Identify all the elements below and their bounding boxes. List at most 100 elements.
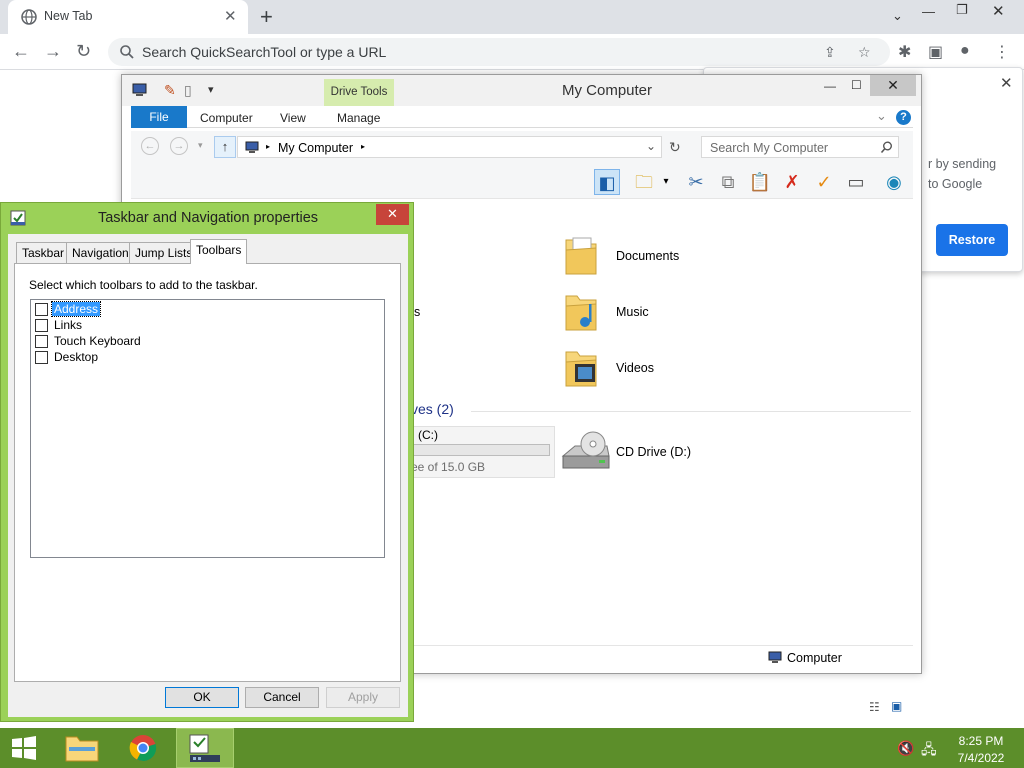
large-icons-view-icon[interactable]: ▣ — [891, 699, 902, 713]
search-box[interactable]: Search My Computer — [701, 136, 899, 158]
tab-manage[interactable]: Manage — [337, 111, 380, 125]
share-icon[interactable]: ⇪ — [824, 44, 836, 61]
new-tab-button[interactable]: + — [260, 4, 273, 30]
folder-label: Videos — [616, 361, 654, 375]
address-row: ← → ▾ ↑ ▸ My Computer ▸ ⌄ ↻ Search My Co… — [131, 131, 913, 165]
paste-icon[interactable]: 📋 — [747, 169, 773, 195]
toolbars-panel: Select which toolbars to add to the task… — [14, 263, 401, 682]
forward-icon[interactable]: → — [44, 41, 62, 62]
group-divider — [471, 411, 911, 412]
explorer-maximize-icon[interactable]: ☐ — [851, 78, 862, 92]
help-icon[interactable]: ? — [896, 110, 911, 125]
file-explorer-icon — [65, 736, 99, 762]
rename-icon[interactable]: ▭ — [843, 169, 869, 195]
documents-folder-icon — [565, 237, 597, 275]
check-icon[interactable]: ✓ — [811, 169, 837, 195]
toolbar-checkbox[interactable] — [35, 351, 48, 364]
apply-button[interactable]: Apply — [326, 687, 400, 708]
explorer-titlebar: ✎ ▯ ▾ Drive Tools My Computer — ☐ ✕ — [122, 75, 921, 106]
tab-taskbar[interactable]: Taskbar — [16, 242, 71, 263]
toolbar-checkbox[interactable] — [35, 335, 48, 348]
folder-label: Documents — [616, 249, 680, 263]
restore-button[interactable]: Restore — [936, 224, 1008, 256]
up-icon[interactable]: ↑ — [214, 136, 236, 158]
windows-start-icon[interactable] — [11, 736, 37, 760]
clock-date[interactable]: 7/4/2022 — [948, 751, 1014, 765]
taskbar-properties-dialog: Taskbar and Navigation properties ✕ Task… — [0, 202, 414, 722]
explorer-close-icon[interactable]: ✕ — [870, 75, 916, 96]
folder-options-icon[interactable]: 🗀 — [631, 169, 657, 195]
toolbar-checkbox[interactable] — [35, 303, 48, 316]
breadcrumb-arrow-icon[interactable]: ▸ — [266, 142, 270, 151]
cancel-button[interactable]: Cancel — [245, 687, 319, 708]
toolbar-label: Links — [54, 318, 83, 332]
close-window-icon[interactable]: ✕ — [992, 2, 1005, 20]
back-icon[interactable]: ← — [141, 137, 159, 155]
toolbar-label: Touch Keyboard — [54, 334, 141, 348]
delete-icon[interactable]: ✗ — [779, 169, 805, 195]
breadcrumb-arrow-icon[interactable]: ▸ — [361, 142, 365, 151]
toolbar-label: Desktop — [54, 350, 99, 364]
tab-view[interactable]: View — [280, 111, 306, 125]
omnibox[interactable]: Search QuickSearchTool or type a URL ⇪ ☆ — [108, 38, 890, 66]
details-view-icon[interactable]: ☷ — [869, 700, 880, 714]
ok-button[interactable]: OK — [165, 687, 239, 708]
browser-tabstrip: New Tab ✕ + ⌄ — ❐ ✕ — [0, 0, 1024, 34]
refresh-icon[interactable]: ↻ — [669, 139, 681, 156]
side-panel-icon[interactable]: ▣ — [928, 42, 943, 62]
volume-muted-icon[interactable]: 🔇 — [897, 740, 914, 757]
copy-icon[interactable]: ⧉ — [715, 169, 741, 195]
extensions-icon[interactable]: ✱ — [898, 42, 911, 62]
ribbon-expand-icon[interactable]: ⌄ — [876, 108, 887, 124]
drive-c-label: (C:) — [418, 428, 438, 442]
taskbar-properties-taskbar-button[interactable] — [176, 728, 234, 768]
network-icon[interactable]: 🖧 — [921, 739, 937, 763]
videos-folder-icon — [565, 351, 597, 387]
toolbars-list[interactable]: Address Links Touch Keyboard Desktop — [30, 299, 385, 558]
tab-search-icon[interactable]: ⌄ — [892, 8, 903, 24]
search-icon — [120, 45, 134, 59]
address-text: My Computer — [278, 141, 354, 155]
tab-navigation[interactable]: Navigation — [66, 242, 135, 263]
taskbar-properties-icon — [189, 734, 220, 762]
preview-pane-icon[interactable]: ◧ — [594, 169, 620, 195]
menu-icon[interactable]: ⋮ — [994, 42, 1010, 62]
drive-usage-bar — [412, 444, 550, 456]
globe-icon — [21, 9, 37, 25]
bookmark-star-icon[interactable]: ☆ — [858, 44, 871, 61]
tab-file[interactable]: File — [131, 106, 187, 128]
recent-dropdown-icon[interactable]: ▾ — [198, 140, 203, 151]
restore-icon[interactable]: ❐ — [956, 2, 968, 18]
tab-title: New Tab — [44, 9, 93, 23]
computer-icon — [245, 141, 259, 153]
folder-options-dropdown-icon[interactable]: ▾ — [659, 169, 673, 195]
browser-tab[interactable]: New Tab ✕ — [8, 0, 248, 34]
search-icon — [880, 141, 892, 154]
back-icon[interactable]: ← — [12, 41, 30, 62]
toolbar-checkbox[interactable] — [35, 319, 48, 332]
drives-group-header[interactable]: ves (2) — [411, 401, 454, 417]
instruction-text: Select which toolbars to add to the task… — [29, 278, 258, 292]
clock-time[interactable]: 8:25 PM — [948, 734, 1014, 748]
reload-icon[interactable]: ↻ — [76, 41, 91, 62]
browser-toolbar: ← → ↻ Search QuickSearchTool or type a U… — [0, 34, 1024, 70]
dialog-close-icon[interactable]: ✕ — [376, 204, 409, 225]
tab-computer[interactable]: Computer — [200, 111, 253, 125]
explorer-minimize-icon[interactable]: — — [824, 79, 836, 93]
profile-icon[interactable]: ● — [960, 42, 970, 60]
forward-icon[interactable]: → — [170, 137, 188, 155]
partial-folder-label: s — [414, 305, 421, 319]
address-dropdown-icon[interactable]: ⌄ — [646, 139, 656, 153]
drive-c-free-space: ee of 15.0 GB — [411, 460, 486, 474]
file-explorer-taskbar-button[interactable] — [55, 728, 113, 768]
globe-icon[interactable]: ◉ — [881, 169, 907, 195]
windows-taskbar: 🔇 🖧 8:25 PM 7/4/2022 — [0, 728, 1024, 768]
minimize-icon[interactable]: — — [922, 4, 935, 19]
address-bar[interactable]: ▸ My Computer ▸ ⌄ — [237, 136, 662, 158]
tab-close-icon[interactable]: ✕ — [224, 7, 237, 25]
chrome-taskbar-button[interactable] — [115, 728, 173, 768]
tab-jump-lists[interactable]: Jump Lists — [129, 242, 199, 263]
tab-toolbars[interactable]: Toolbars — [190, 239, 248, 264]
dialog-body: Taskbar Navigation Jump Lists Toolbars S… — [8, 234, 408, 717]
cut-icon[interactable]: ✂ — [683, 169, 709, 195]
